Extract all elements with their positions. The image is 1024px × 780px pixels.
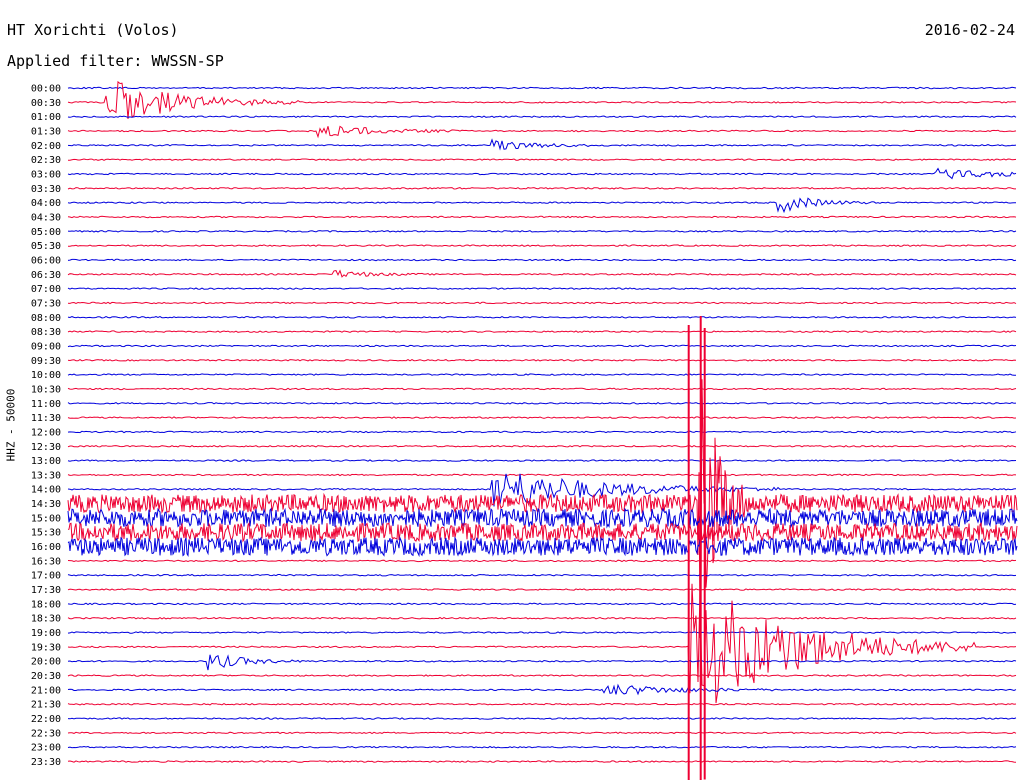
time-label: 16:30 [31, 556, 61, 567]
time-label: 04:00 [31, 198, 61, 209]
trace-1000 [67, 373, 1016, 376]
time-label: 06:00 [31, 255, 61, 266]
time-label: 01:30 [31, 126, 61, 137]
trace-1330 [67, 473, 1017, 477]
time-label: 03:00 [31, 169, 61, 180]
time-label: 23:30 [31, 757, 61, 768]
time-label: 17:30 [31, 585, 61, 596]
time-label: 01:00 [31, 112, 61, 123]
time-label: 21:00 [31, 685, 61, 696]
time-label: 21:30 [31, 700, 61, 711]
time-label: 15:30 [31, 528, 61, 539]
trace-0600 [67, 258, 1017, 262]
trace-0430 [67, 215, 1017, 219]
time-label: 10:00 [31, 370, 61, 381]
time-label: 22:00 [31, 714, 61, 725]
trace-2300 [67, 745, 1017, 749]
trace-1200 [67, 430, 1017, 434]
time-label: 09:30 [31, 356, 61, 367]
trace-group [67, 80, 1018, 780]
trace-1300 [67, 459, 1017, 462]
trace-0800 [67, 316, 1017, 319]
time-label: 02:00 [31, 141, 61, 152]
trace-2200 [67, 717, 1017, 720]
trace-1600 [67, 535, 1018, 558]
time-label: 04:30 [31, 212, 61, 223]
time-label: 14:00 [31, 485, 61, 496]
trace-0930 [67, 359, 1017, 362]
trace-0730 [67, 301, 1017, 305]
trace-1730 [67, 588, 1017, 591]
time-label: 18:00 [31, 599, 61, 610]
time-label: 14:30 [31, 499, 61, 510]
time-label: 09:00 [31, 341, 61, 352]
time-label: 17:00 [31, 571, 61, 582]
time-label: 07:00 [31, 284, 61, 295]
trace-0400 [67, 197, 1016, 214]
trace-0100 [67, 115, 1017, 118]
trace-1830 [67, 616, 1017, 620]
time-label: 16:00 [31, 542, 61, 553]
trace-1030 [67, 387, 1017, 391]
time-label: 12:30 [31, 442, 61, 453]
trace-0700 [67, 287, 1017, 290]
time-label: 08:00 [31, 313, 61, 324]
seismogram-page: HT Xorichti (Volos) 2016-02-24 Applied f… [0, 0, 1024, 780]
time-label: 20:00 [31, 657, 61, 668]
time-label: 19:30 [31, 642, 61, 653]
time-label: 15:00 [31, 513, 61, 524]
time-label: 20:30 [31, 671, 61, 682]
time-label: 08:30 [31, 327, 61, 338]
trace-0900 [67, 344, 1017, 348]
trace-0200 [67, 138, 1017, 151]
time-label: 13:30 [31, 470, 61, 481]
trace-2000 [67, 654, 1017, 671]
trace-0500 [67, 230, 1017, 233]
trace-2100 [67, 683, 1017, 696]
time-label: 11:30 [31, 413, 61, 424]
time-labels: 00:00 00:30 01:00 01:30 02:00 02:30 03:00 03:30… [31, 84, 61, 769]
time-label: 18:30 [31, 614, 61, 625]
trace-1900 [67, 631, 1017, 634]
trace-0330 [67, 187, 1016, 190]
time-label: 19:00 [31, 628, 61, 639]
trace-1530 [67, 521, 1018, 543]
trace-1630 [67, 559, 1017, 563]
time-label: 22:30 [31, 728, 61, 739]
trace-0830 [67, 330, 1017, 333]
trace-1930 [67, 583, 1017, 704]
trace-2130 [67, 702, 1017, 706]
time-label: 11:00 [31, 399, 61, 410]
trace-1800 [67, 602, 1017, 606]
time-label: 07:30 [31, 298, 61, 309]
trace-2230 [67, 731, 1017, 735]
time-label: 12:00 [31, 427, 61, 438]
time-label: 13:00 [31, 456, 61, 467]
time-label: 02:30 [31, 155, 61, 166]
trace-2330 [67, 760, 1017, 763]
trace-0000 [67, 86, 1017, 90]
trace-1130 [67, 416, 1017, 419]
trace-1700 [67, 573, 1017, 577]
trace-0530 [68, 244, 1017, 247]
trace-1230 [67, 445, 1017, 448]
time-label: 00:00 [31, 84, 61, 95]
helicorder-plot: 00:00 00:30 01:00 01:30 02:00 02:30 03:00 03:30… [31, 80, 1018, 780]
time-label: 05:30 [31, 241, 61, 252]
time-label: 00:30 [31, 98, 61, 109]
trace-0130 [67, 125, 1017, 139]
time-label: 06:30 [31, 270, 61, 281]
trace-1100 [67, 402, 1017, 405]
time-label: 03:30 [31, 184, 61, 195]
trace-0230 [67, 158, 1017, 161]
time-label: 05:00 [31, 227, 61, 238]
time-label: 23:00 [31, 743, 61, 754]
trace-0630 [67, 269, 1017, 278]
trace-2030 [67, 674, 1017, 677]
time-label: 10:30 [31, 384, 61, 395]
trace-0300 [67, 167, 1017, 180]
